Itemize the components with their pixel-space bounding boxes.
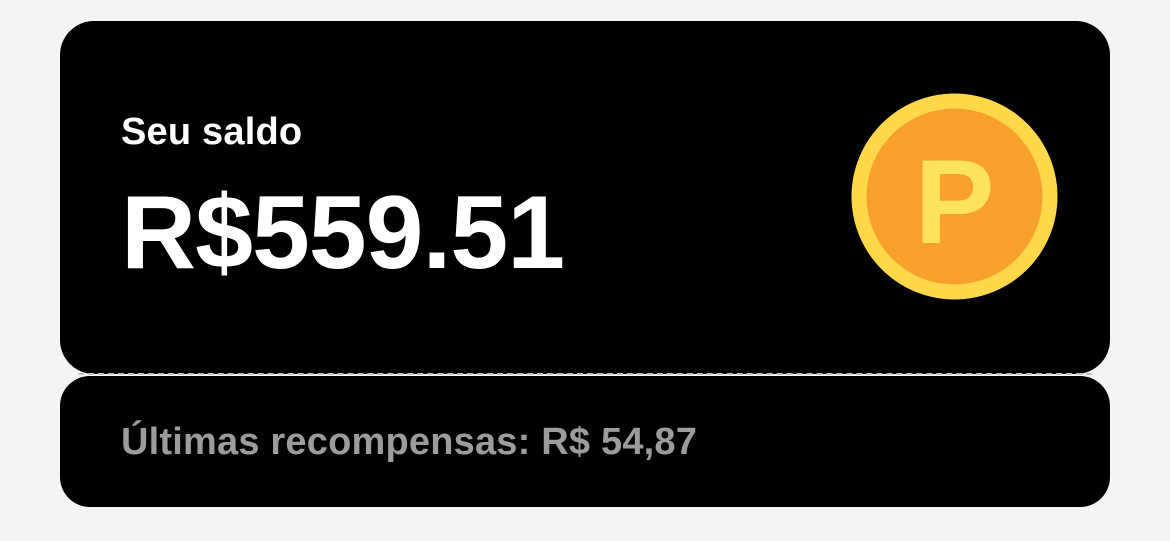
- balance-label: Seu saldo: [121, 111, 303, 153]
- points-coin-icon: P: [851, 93, 1058, 300]
- wallet-balance-widget: Seu saldo R$559.51 P Últimas recompensas…: [60, 21, 1110, 507]
- dashed-divider: [78, 373, 1092, 375]
- balance-amount: R$559.51: [121, 175, 565, 291]
- recent-rewards-text: Últimas recompensas: R$ 54,87: [121, 421, 698, 463]
- balance-card[interactable]: Seu saldo R$559.51 P: [60, 21, 1110, 374]
- coin-letter: P: [914, 135, 994, 269]
- recent-rewards-card[interactable]: Últimas recompensas: R$ 54,87: [60, 376, 1110, 507]
